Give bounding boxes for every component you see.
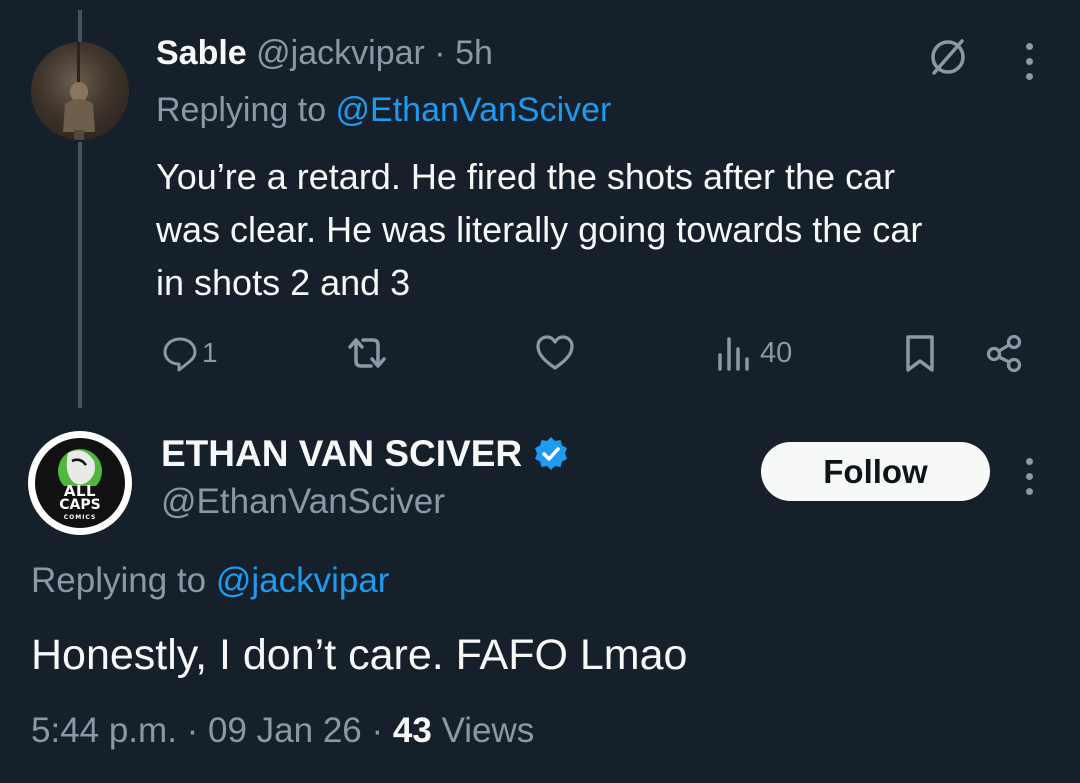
reply-count: 1 xyxy=(202,337,218,368)
views-icon xyxy=(716,333,752,373)
bookmark-button[interactable] xyxy=(904,333,936,373)
evs-avatar[interactable]: ALL CAPS COMICS xyxy=(28,431,132,535)
share-icon xyxy=(985,333,1025,373)
sable-avatar[interactable] xyxy=(31,42,129,140)
bookmark-icon xyxy=(904,333,936,373)
main-display-name[interactable]: ETHAN VAN SCIVER xyxy=(161,433,522,475)
logo-text-caps: CAPS xyxy=(59,497,101,513)
main-replying-prefix: Replying to xyxy=(31,561,216,600)
meta-separator: · xyxy=(176,711,209,750)
main-tweet-text: Honestly, I don’t care. FAFO Lmao xyxy=(31,631,688,679)
views-button[interactable]: 40 xyxy=(716,333,792,373)
reply-more-icon[interactable] xyxy=(1024,43,1034,80)
retweet-icon xyxy=(344,333,390,373)
like-button[interactable] xyxy=(534,333,576,373)
reply-icon xyxy=(160,333,200,373)
main-time[interactable]: 5:44 p.m. xyxy=(31,711,177,750)
reply-replying-mention[interactable]: @EthanVanSciver xyxy=(336,91,612,129)
main-views-label: Views xyxy=(441,711,535,750)
reply-text: You’re a retard. He fired the shots afte… xyxy=(156,150,922,309)
meta-separator: · xyxy=(361,711,393,750)
main-author-name-row: ETHAN VAN SCIVER xyxy=(161,433,570,475)
retweet-button[interactable] xyxy=(344,333,390,373)
reply-action-button[interactable]: 1 xyxy=(160,333,218,373)
main-tweet-meta: 5:44 p.m. · 09 Jan 26 · 43 Views xyxy=(31,711,534,751)
sable-avatar-figure xyxy=(63,42,95,140)
reply-handle[interactable]: @jackvipar xyxy=(256,34,425,72)
main-more-icon[interactable] xyxy=(1024,458,1034,495)
reply-timestamp[interactable]: 5h xyxy=(455,34,493,72)
thread-line-top xyxy=(78,10,82,42)
follow-button[interactable]: Follow xyxy=(761,442,990,501)
reply-replying-to: Replying to @EthanVanSciver xyxy=(156,91,611,130)
reply-header: Sable @jackvipar · 5h xyxy=(156,34,493,73)
verified-badge-icon xyxy=(532,435,570,473)
main-date[interactable]: 09 Jan 26 xyxy=(208,711,362,750)
reply-separator: · xyxy=(424,34,456,72)
views-count: 40 xyxy=(760,336,793,369)
main-views-count[interactable]: 43 xyxy=(393,711,432,750)
logo-text-comics: COMICS xyxy=(63,514,97,521)
reply-replying-prefix: Replying to xyxy=(156,91,336,129)
reply-text-line: You’re a retard. He fired the shots afte… xyxy=(156,156,896,197)
main-handle[interactable]: @EthanVanSciver xyxy=(161,482,445,522)
reply-text-line: in shots 2 and 3 xyxy=(156,262,411,303)
share-button[interactable] xyxy=(985,333,1025,373)
main-replying-mention[interactable]: @jackvipar xyxy=(216,561,390,600)
thread-line-connector xyxy=(78,142,82,408)
main-replying-to: Replying to @jackvipar xyxy=(31,561,389,601)
reply-display-name[interactable]: Sable xyxy=(156,34,247,72)
reply-text-line: was clear. He was literally going toward… xyxy=(156,209,923,250)
grok-slash-icon[interactable] xyxy=(926,35,970,79)
like-icon xyxy=(534,333,576,373)
